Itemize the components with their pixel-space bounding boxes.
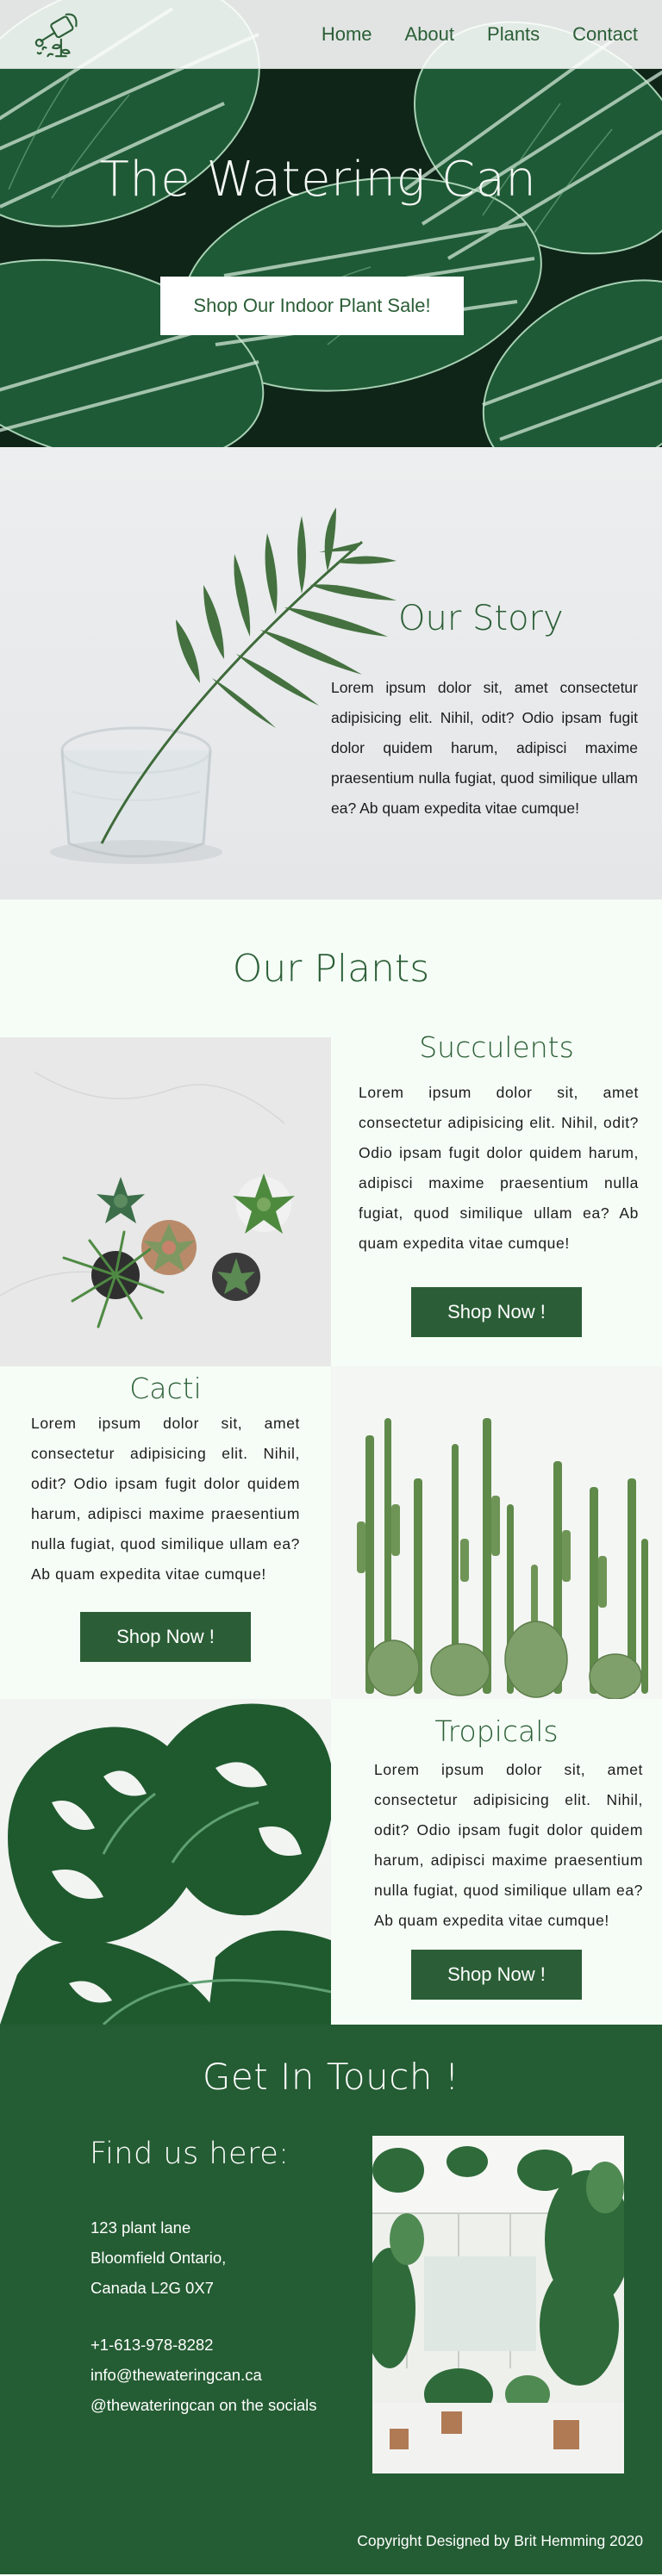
succulents-image (0, 1037, 331, 1366)
nav-link-plants[interactable]: Plants (487, 23, 540, 46)
shop-sale-button[interactable]: Shop Our Indoor Plant Sale! (160, 277, 464, 335)
our-story-body: Lorem ipsum dolor sit, amet consectetur … (331, 679, 638, 817)
contact-section: Get In Touch ! Find us here: 123 plant l… (0, 2025, 662, 2574)
tropicals-text: Tropicals Lorem ipsum dolor sit, amet co… (331, 1699, 662, 2025)
shop-cacti-button[interactable]: Shop Now ! (80, 1612, 251, 1662)
cacti-body: Lorem ipsum dolor sit, amet consectetur … (31, 1415, 300, 1583)
shop-tropicals-button[interactable]: Shop Now ! (411, 1950, 582, 2000)
succulents-text: Succulents Lorem ipsum dolor sit, amet c… (331, 1030, 662, 1366)
nav-link-about[interactable]: About (405, 23, 455, 46)
succulents-title: Succulents (419, 1030, 574, 1064)
tropicals-title: Tropicals (434, 1714, 559, 1748)
cacti-image (331, 1366, 662, 1699)
hero-section: Home About Plants Contact The Watering C… (0, 0, 662, 447)
tropicals-image (0, 1699, 331, 2025)
our-story-section: Our Story Lorem ipsum dolor sit, amet co… (0, 447, 662, 899)
plant-shop-photo (372, 2136, 624, 2473)
nav-link-contact[interactable]: Contact (572, 23, 638, 46)
our-plants-heading-wrap: Our Plants (0, 899, 662, 1037)
plant-row-cacti: Cacti Lorem ipsum dolor sit, amet consec… (0, 1366, 662, 1699)
social-handle: @thewateringcan on the socials (91, 2396, 317, 2414)
address-line-3: Canada L2G 0X7 (91, 2279, 214, 2297)
copyright-text: Copyright Designed by Brit Hemming 2020 (357, 2532, 643, 2549)
plant-row-tropicals: Tropicals Lorem ipsum dolor sit, amet co… (0, 1699, 662, 2025)
cacti-title: Cacti (129, 1372, 202, 1405)
address-line-2: Bloomfield Ontario, (91, 2249, 227, 2267)
find-us-heading: Find us here: (90, 2137, 290, 2171)
shop-succulents-button[interactable]: Shop Now ! (411, 1287, 582, 1337)
contact-details: +1-613-978-8282 info@thewateringcan.ca @… (91, 2330, 317, 2420)
succulents-body: Lorem ipsum dolor sit, amet consectetur … (359, 1084, 639, 1252)
our-story-title: Our Story (398, 599, 564, 638)
watering-can-icon[interactable] (31, 7, 84, 62)
plant-row-succulents: Succulents Lorem ipsum dolor sit, amet c… (0, 1030, 662, 1366)
nav-links: Home About Plants Contact (322, 23, 638, 46)
nav-link-home[interactable]: Home (322, 23, 372, 46)
cacti-text: Cacti Lorem ipsum dolor sit, amet consec… (0, 1366, 331, 1699)
address-line-1: 123 plant lane (91, 2218, 191, 2237)
tropicals-body: Lorem ipsum dolor sit, amet consectetur … (374, 1761, 643, 1929)
our-plants-section: Our Plants Succulents Lorem ipsum dolor … (0, 899, 662, 2025)
our-plants-heading: Our Plants (232, 946, 430, 991)
hero-title: The Watering Can (99, 152, 537, 208)
phone-number[interactable]: +1-613-978-8282 (91, 2330, 317, 2360)
top-navbar: Home About Plants Contact (0, 0, 662, 69)
email-address[interactable]: info@thewateringcan.ca (91, 2360, 317, 2390)
address-block: 123 plant lane Bloomfield Ontario, Canad… (91, 2212, 226, 2303)
contact-title: Get In Touch ! (202, 2056, 460, 2098)
